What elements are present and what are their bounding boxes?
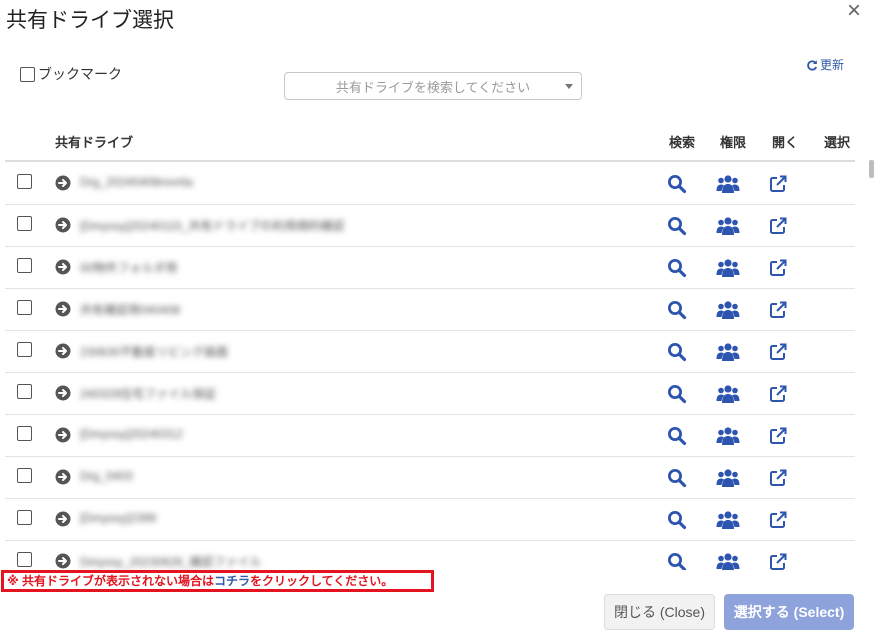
row-checkbox[interactable]: [17, 426, 32, 441]
column-header-select: 選択: [824, 135, 851, 150]
select-button[interactable]: 選択する (Select): [724, 594, 854, 630]
refresh-label: 更新: [820, 58, 845, 72]
external-link-icon[interactable]: [768, 426, 788, 446]
users-icon[interactable]: [716, 342, 740, 362]
table-row[interactable]: [Dmyssy]20240115_共有ドライブの利用規約確認: [0, 204, 874, 246]
bookmark-checkbox-group[interactable]: ブックマーク: [20, 64, 122, 84]
users-icon[interactable]: [716, 468, 740, 488]
drive-name[interactable]: 230630不動産リビング画面: [80, 343, 228, 360]
drive-search-placeholder: 共有ドライブを検索してください: [335, 79, 531, 95]
row-checkbox[interactable]: [17, 174, 32, 189]
table-row[interactable]: 共有確認用040408: [0, 288, 874, 330]
drive-name[interactable]: [Dmyssy]20240312: [80, 427, 183, 441]
navigate-arrow-icon[interactable]: [55, 343, 71, 364]
drive-name[interactable]: [Dmyssy]2399: [80, 511, 156, 525]
drive-name[interactable]: 240329住宅ファイル保証: [80, 385, 216, 402]
table-row[interactable]: [Dmyssy]2399: [0, 498, 874, 540]
external-link-icon[interactable]: [768, 384, 788, 404]
notice-suffix: をクリックしてください。: [250, 574, 394, 588]
drive-name[interactable]: 共有確認用040408: [80, 301, 180, 318]
close-icon[interactable]: ×: [843, 0, 865, 23]
search-icon[interactable]: [667, 510, 687, 530]
table-row[interactable]: Drg_20240408morita: [0, 162, 874, 204]
search-icon[interactable]: [667, 552, 687, 570]
dialog-title: 共有ドライブ選択: [6, 9, 174, 32]
bookmark-label: ブックマーク: [38, 66, 122, 82]
drive-list: Drg_20240408morita [Dmyssy]20240115_共有ドライ…: [0, 162, 874, 570]
search-icon[interactable]: [667, 426, 687, 446]
users-icon[interactable]: [716, 384, 740, 404]
search-icon[interactable]: [667, 174, 687, 194]
navigate-arrow-icon[interactable]: [55, 175, 71, 196]
notice-prefix: ※ 共有ドライブが表示されない場合は: [7, 574, 215, 588]
users-icon[interactable]: [716, 510, 740, 530]
drive-name[interactable]: [Dmyssy]20240115_共有ドライブの利用規約確認: [80, 217, 345, 234]
row-checkbox[interactable]: [17, 300, 32, 315]
users-icon[interactable]: [716, 258, 740, 278]
row-checkbox[interactable]: [17, 342, 32, 357]
drive-search-select[interactable]: 共有ドライブを検索してください: [284, 72, 582, 100]
drive-name[interactable]: Dmyssy_20230626_確認ファイル: [80, 553, 261, 570]
table-row[interactable]: 00物件フォルダ用: [0, 246, 874, 288]
row-checkbox[interactable]: [17, 384, 32, 399]
navigate-arrow-icon[interactable]: [55, 553, 71, 570]
external-link-icon[interactable]: [768, 552, 788, 570]
search-icon[interactable]: [667, 258, 687, 278]
external-link-icon[interactable]: [768, 258, 788, 278]
users-icon[interactable]: [716, 426, 740, 446]
external-link-icon[interactable]: [768, 342, 788, 362]
users-icon[interactable]: [716, 216, 740, 236]
close-button[interactable]: 閉じる (Close): [604, 594, 715, 630]
row-checkbox[interactable]: [17, 552, 32, 567]
table-row[interactable]: 230630不動産リビング画面: [0, 330, 874, 372]
drive-name[interactable]: Drg_20240408morita: [80, 175, 193, 189]
table-row[interactable]: [Dmyssy]20240312: [0, 414, 874, 456]
row-checkbox[interactable]: [17, 510, 32, 525]
search-icon[interactable]: [667, 384, 687, 404]
column-header-name: 共有ドライブ: [55, 135, 134, 150]
row-checkbox[interactable]: [17, 468, 32, 483]
external-link-icon[interactable]: [768, 174, 788, 194]
column-header-search: 検索: [669, 135, 696, 150]
column-header-open: 開く: [772, 135, 799, 150]
external-link-icon[interactable]: [768, 468, 788, 488]
external-link-icon[interactable]: [768, 216, 788, 236]
search-icon[interactable]: [667, 216, 687, 236]
chevron-down-icon: [565, 84, 573, 89]
search-icon[interactable]: [667, 342, 687, 362]
table-row[interactable]: Drg_0403: [0, 456, 874, 498]
row-checkbox[interactable]: [17, 258, 32, 273]
drive-name[interactable]: 00物件フォルダ用: [80, 259, 177, 276]
bookmark-checkbox[interactable]: [20, 66, 35, 82]
refresh-button[interactable]: 更新: [806, 56, 844, 73]
row-checkbox[interactable]: [17, 216, 32, 231]
users-icon[interactable]: [716, 552, 740, 570]
search-icon[interactable]: [667, 300, 687, 320]
table-row[interactable]: Dmyssy_20230626_確認ファイル: [0, 540, 874, 570]
navigate-arrow-icon[interactable]: [55, 469, 71, 490]
navigate-arrow-icon[interactable]: [55, 301, 71, 322]
table-row[interactable]: 240329住宅ファイル保証: [0, 372, 874, 414]
navigate-arrow-icon[interactable]: [55, 217, 71, 238]
navigate-arrow-icon[interactable]: [55, 427, 71, 448]
notice-box: ※ 共有ドライブが表示されない場合はコチラをクリックしてください。: [1, 570, 434, 592]
external-link-icon[interactable]: [768, 510, 788, 530]
users-icon[interactable]: [716, 300, 740, 320]
external-link-icon[interactable]: [768, 300, 788, 320]
notice-link[interactable]: コチラ: [214, 574, 250, 588]
users-icon[interactable]: [716, 174, 740, 194]
navigate-arrow-icon[interactable]: [55, 259, 71, 280]
navigate-arrow-icon[interactable]: [55, 385, 71, 406]
navigate-arrow-icon[interactable]: [55, 511, 71, 532]
column-header-permissions: 権限: [720, 135, 747, 150]
drive-name[interactable]: Drg_0403: [80, 469, 133, 483]
search-icon[interactable]: [667, 468, 687, 488]
refresh-icon: [807, 59, 818, 71]
table-header: 共有ドライブ 検索 権限 開く 選択: [0, 126, 874, 160]
